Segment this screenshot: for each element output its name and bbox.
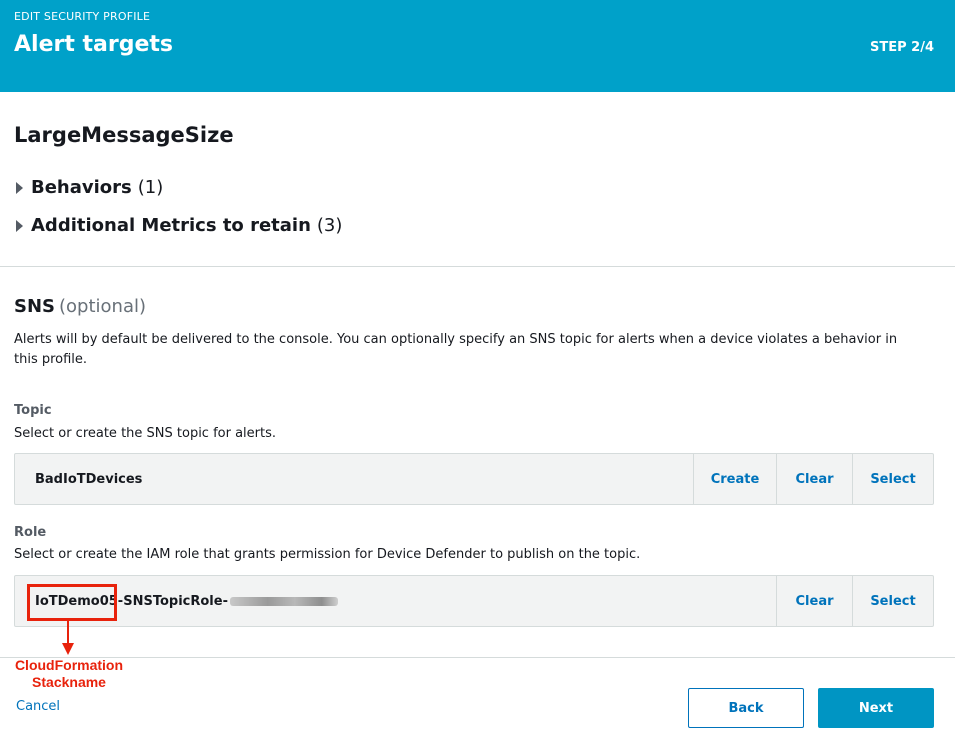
- caret-right-icon: [16, 181, 23, 194]
- role-clear-button[interactable]: Clear: [776, 576, 852, 626]
- annotation-line-2: Stackname: [32, 674, 106, 690]
- annotation-line-1: CloudFormation: [14, 657, 124, 673]
- behaviors-label: Behaviors: [31, 177, 132, 198]
- role-value-container: IoTDemo05-SNSTopicRole-: [15, 594, 776, 609]
- additional-metrics-label: Additional Metrics to retain: [31, 215, 311, 236]
- annotation-arrow-line: [67, 621, 69, 644]
- sns-section-title: SNS (optional): [14, 296, 146, 317]
- additional-metrics-count: (3): [316, 215, 343, 236]
- annotation-highlight-box: [27, 584, 117, 621]
- topic-value: BadIoTDevices: [35, 471, 143, 487]
- page-title: Alert targets: [14, 32, 174, 57]
- behaviors-count: (1): [137, 177, 164, 198]
- topic-select-button[interactable]: Select: [852, 454, 933, 504]
- back-button[interactable]: Back: [688, 688, 804, 728]
- role-field: IoTDemo05-SNSTopicRole- Clear Select: [14, 575, 934, 627]
- caret-right-icon: [16, 219, 23, 232]
- topic-clear-button[interactable]: Clear: [776, 454, 852, 504]
- page-header: EDIT SECURITY PROFILE Alert targets STEP…: [0, 0, 955, 92]
- section-divider: [0, 266, 955, 267]
- role-label: Role: [14, 525, 47, 540]
- topic-create-button[interactable]: Create: [693, 454, 776, 504]
- topic-field: BadIoTDevices Create Clear Select: [14, 453, 934, 505]
- arrow-down-icon: [62, 643, 74, 655]
- annotation-label: CloudFormation Stackname: [2, 657, 136, 691]
- topic-label: Topic: [14, 403, 52, 418]
- topic-help-text: Select or create the SNS topic for alert…: [14, 426, 277, 441]
- header-eyebrow: EDIT SECURITY PROFILE: [14, 10, 151, 23]
- cancel-link[interactable]: Cancel: [16, 699, 60, 714]
- next-button[interactable]: Next: [818, 688, 934, 728]
- step-indicator: STEP 2/4: [869, 40, 934, 55]
- additional-metrics-expander[interactable]: Additional Metrics to retain (3): [14, 215, 342, 236]
- footer-divider: [0, 657, 955, 658]
- role-help-text: Select or create the IAM role that grant…: [14, 547, 641, 562]
- sns-optional-label: (optional): [59, 296, 146, 317]
- profile-name: LargeMessageSize: [14, 123, 234, 147]
- sns-title: SNS: [14, 296, 55, 317]
- sns-description: Alerts will by default be delivered to t…: [14, 332, 898, 367]
- role-select-button[interactable]: Select: [852, 576, 933, 626]
- redacted-blur: [229, 596, 338, 606]
- behaviors-expander[interactable]: Behaviors (1): [14, 177, 163, 198]
